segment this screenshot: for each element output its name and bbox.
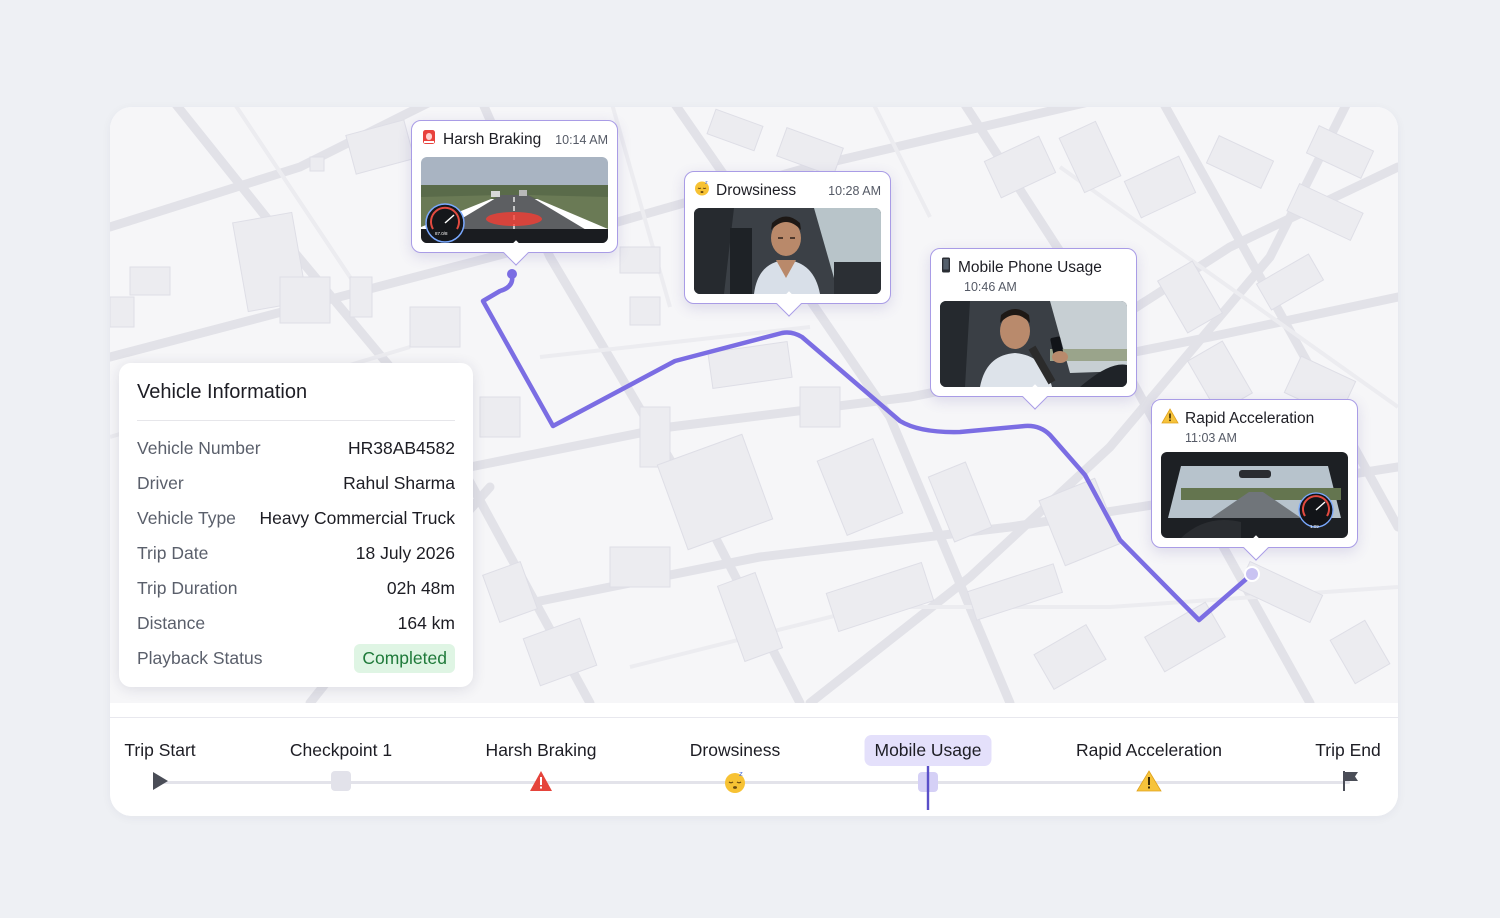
speed-readout: 1:09 <box>1310 524 1319 529</box>
vehicle-information-panel: Vehicle Information Vehicle Number HR38A… <box>119 363 473 687</box>
flag-icon[interactable] <box>1341 770 1361 797</box>
driver-cam-thumbnail[interactable] <box>694 208 881 294</box>
event-title: Rapid Acceleration <box>1185 409 1315 427</box>
info-row-driver: Driver Rahul Sharma <box>137 473 455 493</box>
event-popup-rapid-acceleration[interactable]: Rapid Acceleration 11:03 AM 1:09 <box>1151 399 1358 561</box>
timeline-label-rapid-acceleration[interactable]: Rapid Acceleration <box>1076 740 1222 761</box>
info-row-distance: Distance 164 km <box>137 613 455 633</box>
siren-icon <box>421 129 437 150</box>
timeline-label-mobile-usage[interactable]: Mobile Usage <box>864 735 992 766</box>
warning-icon[interactable] <box>1136 770 1162 797</box>
phone-icon <box>940 257 952 278</box>
event-title: Harsh Braking <box>443 130 542 148</box>
timeline-label-drowsiness[interactable]: Drowsiness <box>690 740 780 761</box>
event-popup-mobile-usage[interactable]: Mobile Phone Usage 10:46 AM <box>930 248 1137 410</box>
trip-timeline[interactable]: Trip Start Checkpoint 1 Harsh Braking Dr… <box>110 717 1398 816</box>
svg-text:z: z <box>739 770 743 778</box>
play-icon[interactable] <box>151 770 169 797</box>
event-time: 10:14 AM <box>555 132 608 147</box>
trip-playback-card: Harsh Braking 10:14 AM 87.0/8 z Drowsine… <box>110 107 1398 816</box>
map-view[interactable]: Harsh Braking 10:14 AM 87.0/8 z Drowsine… <box>110 107 1398 703</box>
driver-phone-image <box>940 301 1127 387</box>
event-time: 11:03 AM <box>1185 431 1237 445</box>
event-title: Mobile Phone Usage <box>958 258 1102 276</box>
speed-readout: 87.0/8 <box>435 231 448 236</box>
sleepy-face-icon: z <box>694 180 710 201</box>
event-time: 10:28 AM <box>828 183 881 198</box>
dashcam-road-braking-image <box>421 157 608 243</box>
info-row-trip-date: Trip Date 18 July 2026 <box>137 543 455 563</box>
driver-drowsy-image <box>694 208 881 294</box>
info-row-trip-duration: Trip Duration 02h 48m <box>137 578 455 598</box>
timeline-label-harsh-braking[interactable]: Harsh Braking <box>486 740 597 761</box>
panel-title: Vehicle Information <box>137 381 455 421</box>
route-start-marker <box>507 269 517 279</box>
timeline-label-checkpoint-1[interactable]: Checkpoint 1 <box>290 740 392 761</box>
sleepy-face-icon[interactable]: z <box>723 770 747 799</box>
info-row-vehicle-number: Vehicle Number HR38AB4582 <box>137 438 455 458</box>
event-title: Drowsiness <box>716 181 797 199</box>
status-badge: Completed <box>354 644 455 673</box>
route-end-marker <box>1244 566 1260 582</box>
playhead-icon[interactable] <box>916 766 940 816</box>
event-popup-harsh-braking[interactable]: Harsh Braking 10:14 AM 87.0/8 <box>411 120 618 266</box>
info-row-vehicle-type: Vehicle Type Heavy Commercial Truck <box>137 508 455 528</box>
timeline-label-trip-start[interactable]: Trip Start <box>124 740 195 761</box>
event-popup-drowsiness[interactable]: z Drowsiness 10:28 AM <box>684 171 891 317</box>
dashcam-thumbnail[interactable]: 87.0/8 <box>421 157 608 243</box>
timeline-label-trip-end[interactable]: Trip End <box>1315 740 1381 761</box>
driver-cam-thumbnail[interactable] <box>940 301 1127 387</box>
dashcam-thumbnail[interactable]: 1:09 <box>1161 452 1348 538</box>
event-time: 10:46 AM <box>964 280 1017 294</box>
dashcam-road-acceleration-image <box>1161 452 1348 538</box>
checkpoint-icon[interactable] <box>330 770 352 797</box>
warning-red-icon[interactable] <box>529 770 553 797</box>
warning-icon <box>1161 408 1179 429</box>
svg-text:z: z <box>705 180 708 186</box>
info-row-playback-status: Playback Status Completed <box>137 641 455 676</box>
